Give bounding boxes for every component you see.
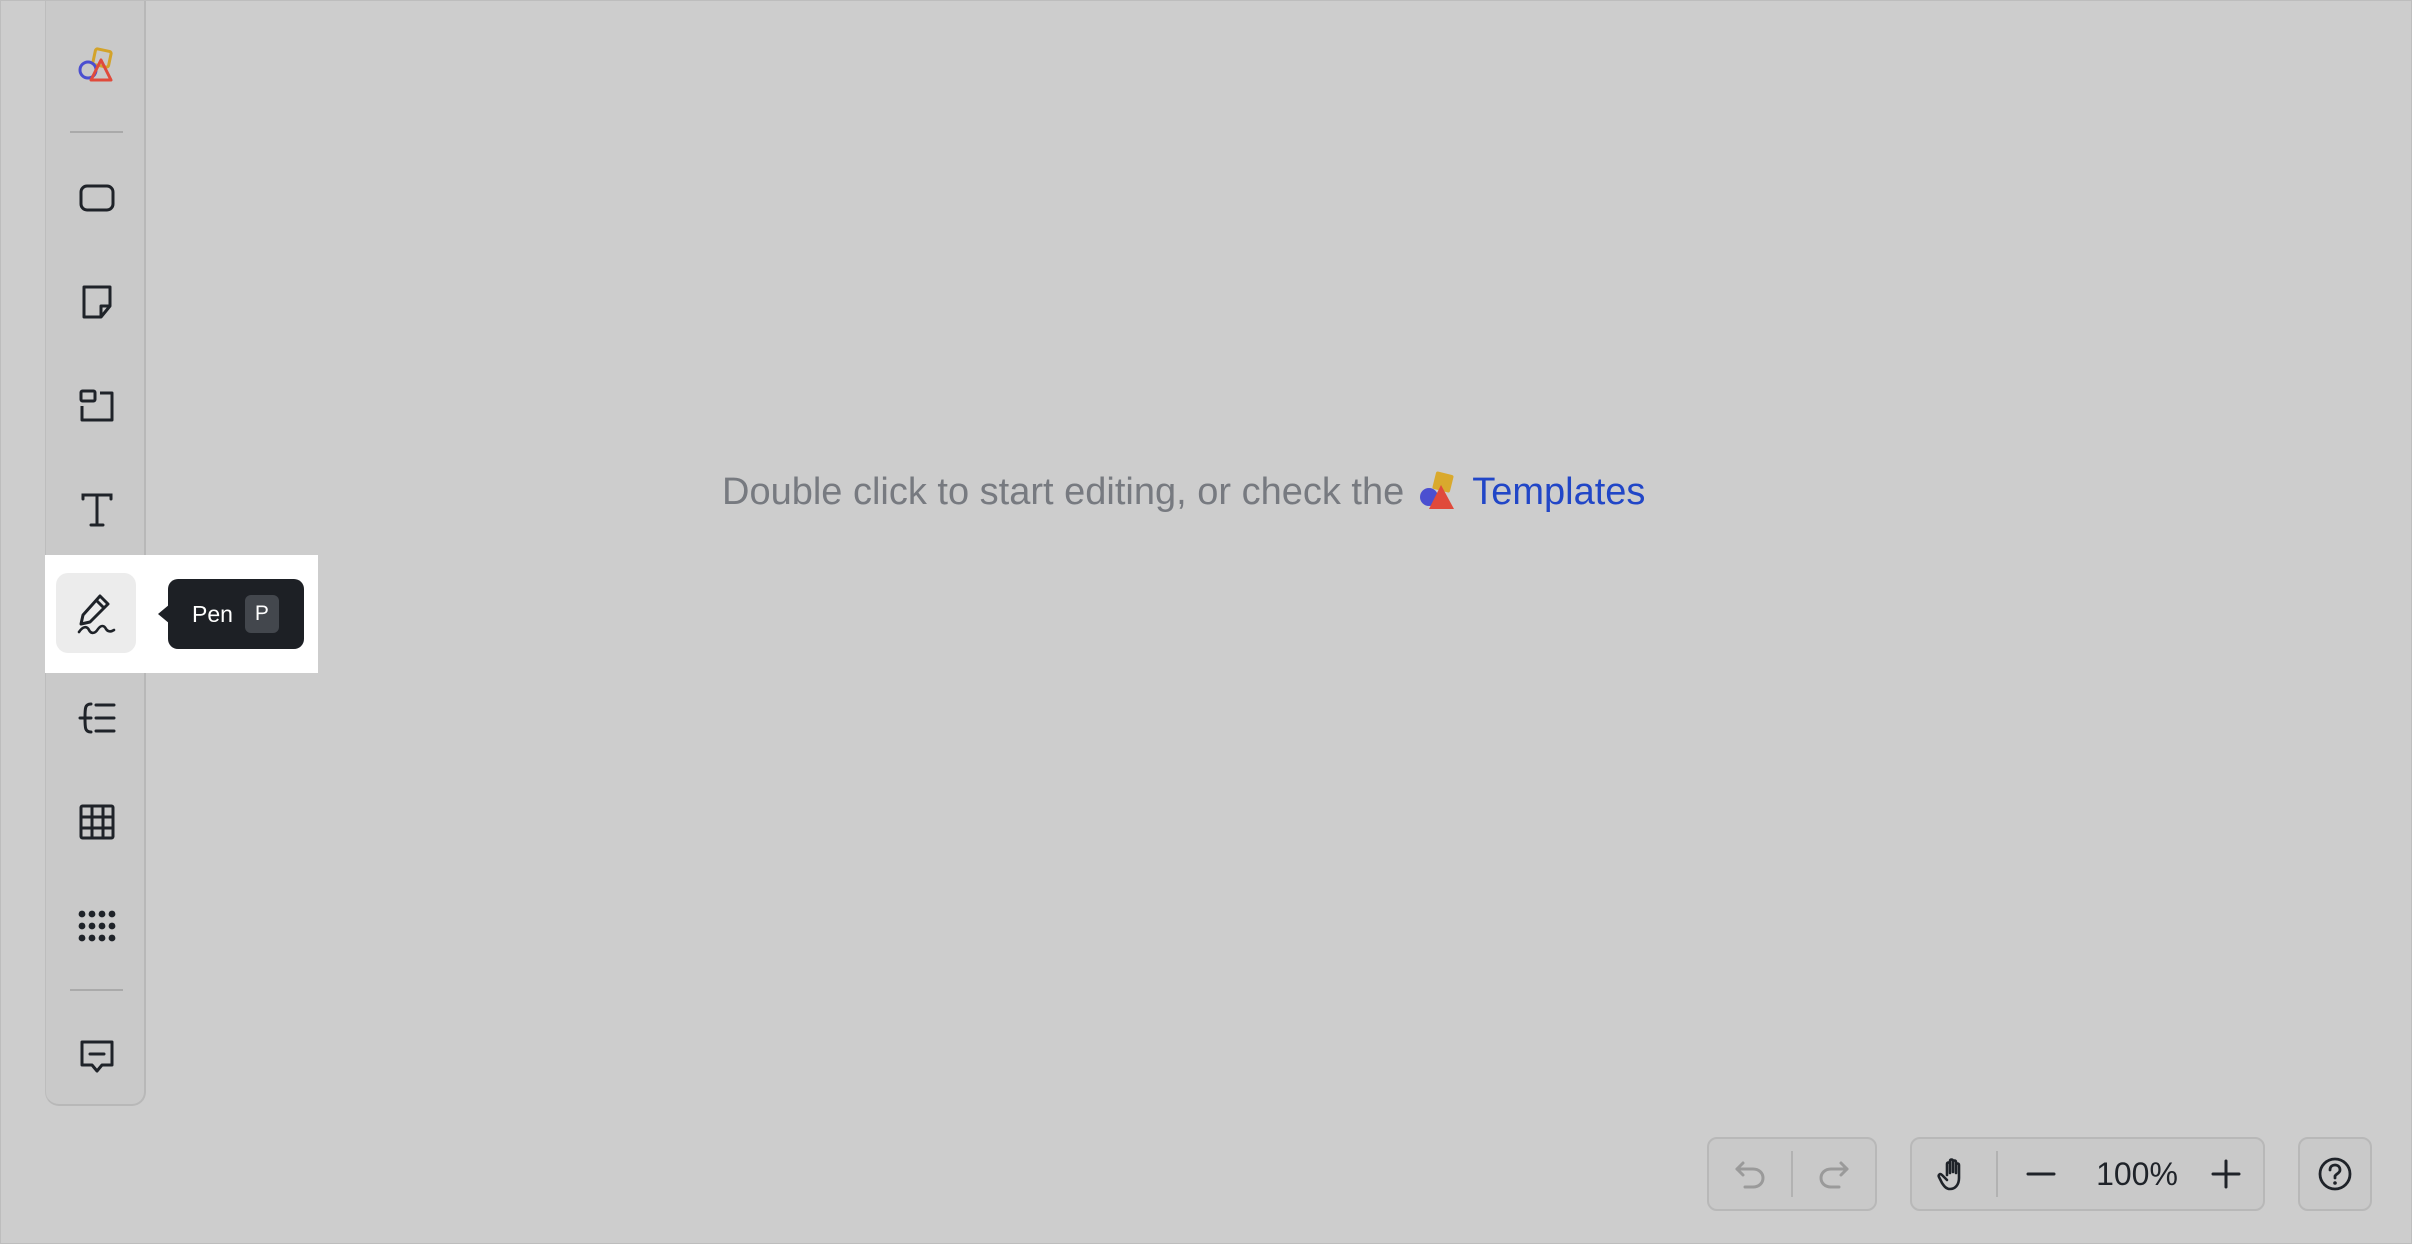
comment-tool[interactable] — [46, 1016, 147, 1096]
pen-tool[interactable] — [56, 573, 136, 653]
help-button[interactable] — [2300, 1139, 2370, 1209]
table-tool[interactable] — [46, 782, 147, 862]
shapes-logo-icon — [78, 47, 113, 82]
toolbar-divider — [70, 989, 123, 991]
apps-grid-icon — [78, 910, 115, 942]
text-tool[interactable] — [46, 470, 147, 550]
pen-icon — [77, 594, 116, 635]
whiteboard-canvas[interactable] — [0, 0, 2412, 1244]
templates-tool[interactable] — [46, 28, 147, 108]
help-icon — [2318, 1157, 2352, 1191]
tooltip-label: Pen — [192, 600, 233, 627]
hand-icon — [1937, 1158, 1961, 1191]
minus-icon — [2026, 1172, 2056, 1176]
zoom-out-button[interactable] — [1998, 1139, 2084, 1209]
templates-link[interactable]: Templates — [1472, 471, 1645, 514]
frame-tool[interactable] — [46, 366, 147, 446]
zoom-controls: 100% — [1910, 1137, 2265, 1211]
shape-tool[interactable] — [46, 158, 147, 238]
templates-icon — [1420, 471, 1455, 509]
undo-button[interactable] — [1709, 1139, 1791, 1209]
toolbar-divider — [70, 131, 123, 133]
sticky-note-tool[interactable] — [46, 262, 147, 342]
hint-text: Double click to start editing, or check … — [722, 470, 1405, 513]
comment-icon — [80, 1040, 113, 1073]
rounded-rect-icon — [79, 184, 114, 212]
help-control — [2298, 1137, 2372, 1211]
more-tools[interactable] — [46, 886, 147, 966]
mind-map-icon — [78, 702, 115, 734]
redo-button[interactable] — [1793, 1139, 1875, 1209]
hand-tool-button[interactable] — [1912, 1139, 1996, 1209]
empty-canvas-hint: Double click to start editing, or check … — [722, 462, 1645, 522]
mind-map-tool[interactable] — [46, 678, 147, 758]
zoom-level[interactable]: 100% — [2084, 1156, 2190, 1193]
table-icon — [79, 804, 114, 840]
sticky-note-icon — [82, 285, 111, 319]
zoom-in-button[interactable] — [2190, 1139, 2262, 1209]
plus-icon — [2211, 1159, 2241, 1189]
left-toolbar — [45, 0, 146, 1106]
undo-icon — [1735, 1161, 1765, 1189]
shortcut-key: P — [244, 595, 279, 633]
history-controls — [1707, 1137, 1877, 1211]
frame-icon — [79, 389, 113, 422]
redo-icon — [1819, 1161, 1849, 1189]
text-icon — [81, 493, 112, 527]
pen-tooltip: Pen P — [168, 579, 304, 649]
